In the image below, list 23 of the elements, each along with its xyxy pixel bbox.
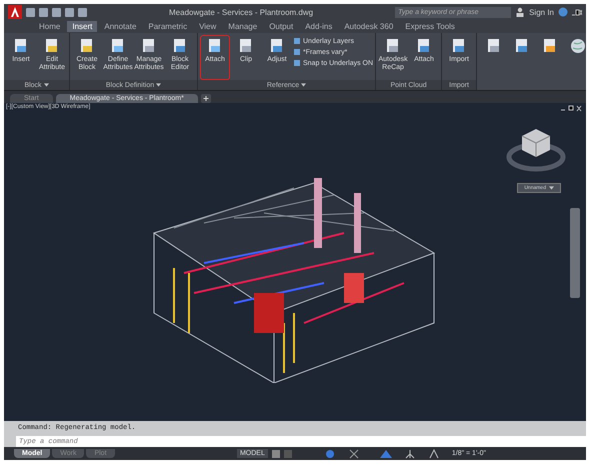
user-icon — [515, 7, 526, 17]
ribbon-tab[interactable]: Express Tools — [400, 21, 460, 32]
add-tab-icon[interactable] — [200, 94, 211, 103]
ribbon-tab[interactable]: Home — [34, 21, 66, 32]
caret-icon[interactable] — [156, 83, 162, 87]
ribbon-tab[interactable]: Add-ins — [300, 21, 338, 32]
window-controls-icon[interactable] — [560, 105, 582, 112]
ribbon-tab[interactable]: Autodesk 360 — [339, 21, 398, 32]
sign-in-link[interactable]: Sign In — [529, 8, 554, 16]
ribbon-tab[interactable]: View — [194, 21, 222, 32]
ribbon-tab[interactable]: Manage — [223, 21, 262, 32]
ribbon-tab[interactable]: Output — [264, 21, 298, 32]
ribbon-tab[interactable]: Parametric — [143, 21, 192, 32]
caret-icon[interactable] — [44, 83, 49, 87]
app-logo-icon[interactable] — [8, 5, 22, 19]
window-title: Meadowgate - Services - Plantroom.dwg — [168, 8, 314, 16]
caret-icon — [549, 186, 554, 190]
globe-icon[interactable] — [569, 37, 586, 55]
ribbon-tab[interactable]: Insert — [67, 21, 98, 32]
help-icon[interactable] — [558, 7, 568, 17]
ribbon-tab[interactable]: Annotate — [99, 21, 142, 32]
window-controls-icon[interactable] — [572, 7, 582, 17]
caret-icon[interactable] — [301, 83, 306, 87]
